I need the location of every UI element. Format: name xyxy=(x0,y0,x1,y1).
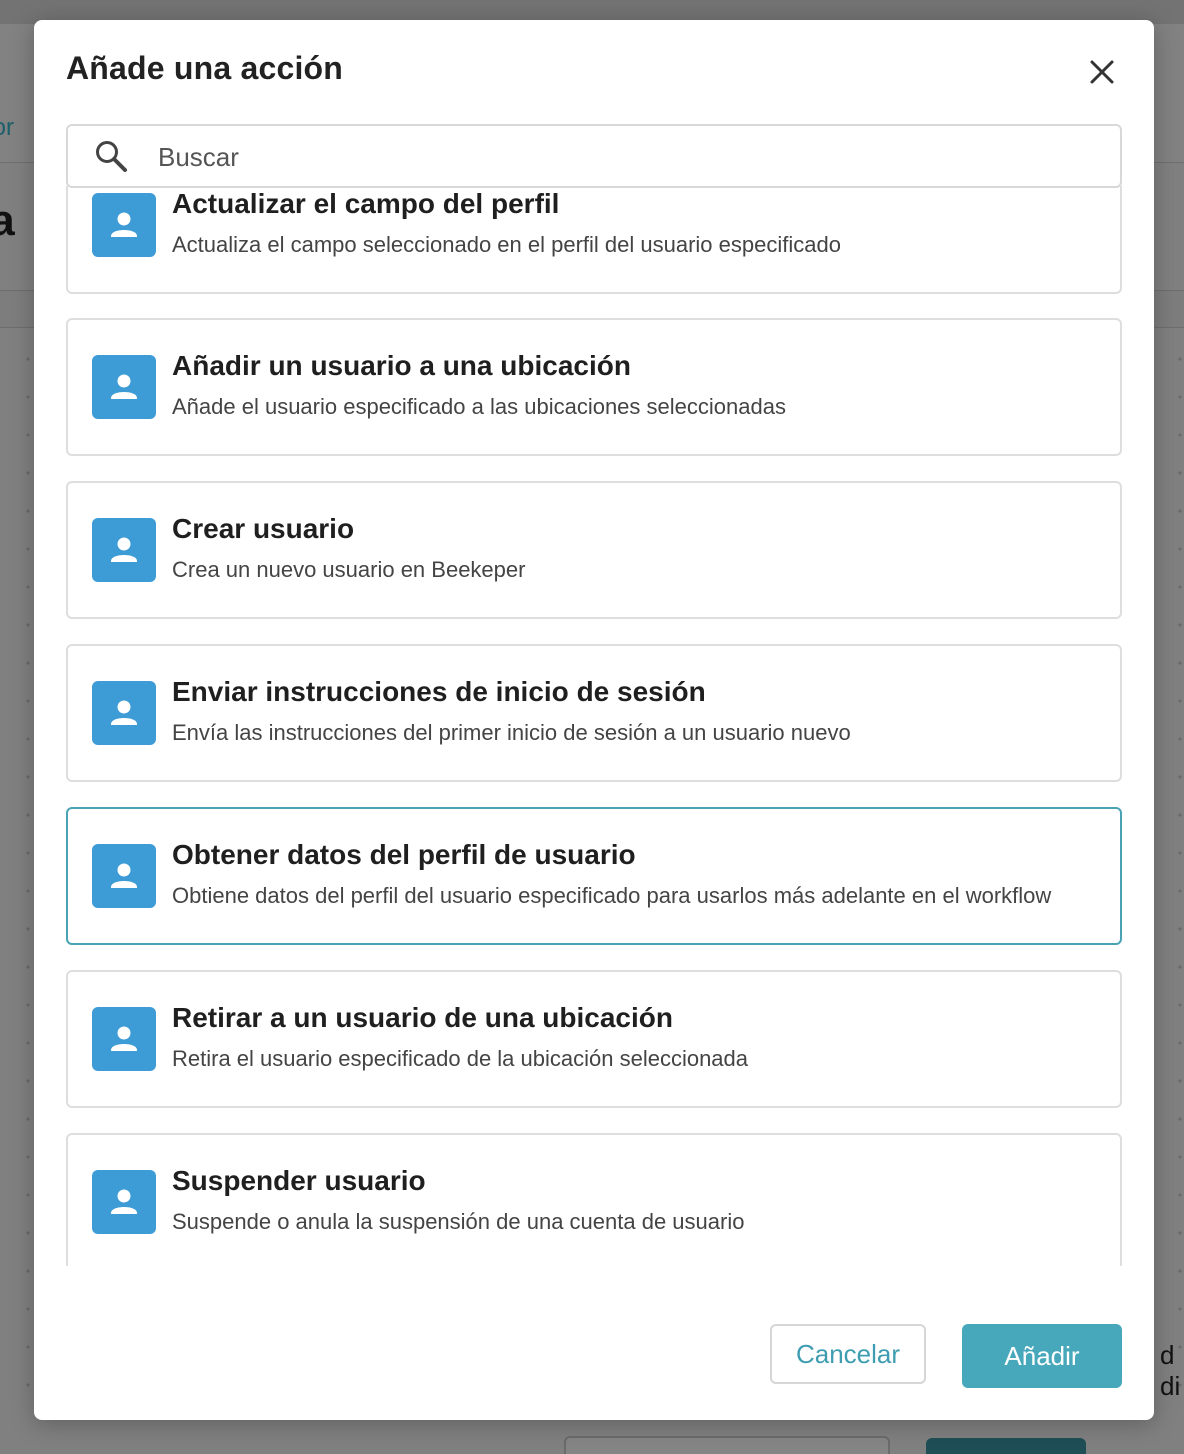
action-list[interactable]: Actualizar el campo del perfil Actualiza… xyxy=(34,186,1154,1266)
background-side-text: d di xyxy=(1160,1340,1181,1401)
background-footer-button-primary xyxy=(926,1438,1086,1454)
action-card-suspend-user[interactable]: Suspender usuario Suspende o anula la su… xyxy=(66,1133,1122,1266)
user-icon xyxy=(92,681,156,745)
action-description: Añade el usuario especificado a las ubic… xyxy=(172,394,786,419)
action-title: Obtener datos del perfil de usuario xyxy=(172,839,636,870)
background-footer-button-secondary xyxy=(564,1436,890,1454)
action-title: Actualizar el campo del perfil xyxy=(172,188,560,219)
user-icon xyxy=(92,844,156,908)
user-icon xyxy=(92,518,156,582)
user-icon xyxy=(92,355,156,419)
action-description: Obtiene datos del perfil del usuario esp… xyxy=(172,883,1052,908)
action-title: Suspender usuario xyxy=(172,1165,426,1196)
add-action-modal: Añade una acción Actualizar el campo del… xyxy=(34,20,1154,1420)
action-description: Envía las instrucciones del primer inici… xyxy=(172,720,851,745)
action-card-send-login-instructions[interactable]: Enviar instrucciones de inicio de sesión… xyxy=(66,644,1122,782)
cancel-button[interactable]: Cancelar xyxy=(770,1324,926,1384)
action-title: Añadir un usuario a una ubicación xyxy=(172,350,631,381)
action-title: Enviar instrucciones de inicio de sesión xyxy=(172,676,706,707)
action-card-add-user-to-location[interactable]: Añadir un usuario a una ubicación Añade … xyxy=(66,318,1122,456)
action-description: Retira el usuario especificado de la ubi… xyxy=(172,1046,749,1071)
user-icon xyxy=(92,1007,156,1071)
background-breadcrumb: /or xyxy=(0,114,15,141)
close-icon xyxy=(1090,60,1114,84)
modal-title: Añade una acción xyxy=(66,50,344,86)
add-button[interactable]: Añadir xyxy=(962,1324,1122,1388)
action-card-create-user[interactable]: Crear usuario Crea un nuevo usuario en B… xyxy=(66,481,1122,619)
action-title: Retirar a un usuario de una ubicación xyxy=(172,1002,673,1033)
close-button[interactable] xyxy=(1082,52,1122,92)
search-field[interactable] xyxy=(66,124,1122,188)
action-card-get-profile-data[interactable]: Obtener datos del perfil de usuario Obti… xyxy=(66,807,1122,945)
background-page-title: /a xyxy=(0,196,15,245)
user-icon xyxy=(92,193,156,257)
search-input[interactable] xyxy=(156,136,1100,178)
action-title: Crear usuario xyxy=(172,513,355,544)
action-description: Suspende o anula la suspensión de una cu… xyxy=(172,1209,745,1234)
search-icon xyxy=(96,141,127,172)
user-icon xyxy=(92,1170,156,1234)
action-description: Crea un nuevo usuario en Beekeper xyxy=(172,557,526,582)
action-card-update-profile-field[interactable]: Actualizar el campo del perfil Actualiza… xyxy=(66,186,1122,294)
action-card-remove-user-from-location[interactable]: Retirar a un usuario de una ubicación Re… xyxy=(66,970,1122,1108)
action-description: Actualiza el campo seleccionado en el pe… xyxy=(172,232,841,257)
